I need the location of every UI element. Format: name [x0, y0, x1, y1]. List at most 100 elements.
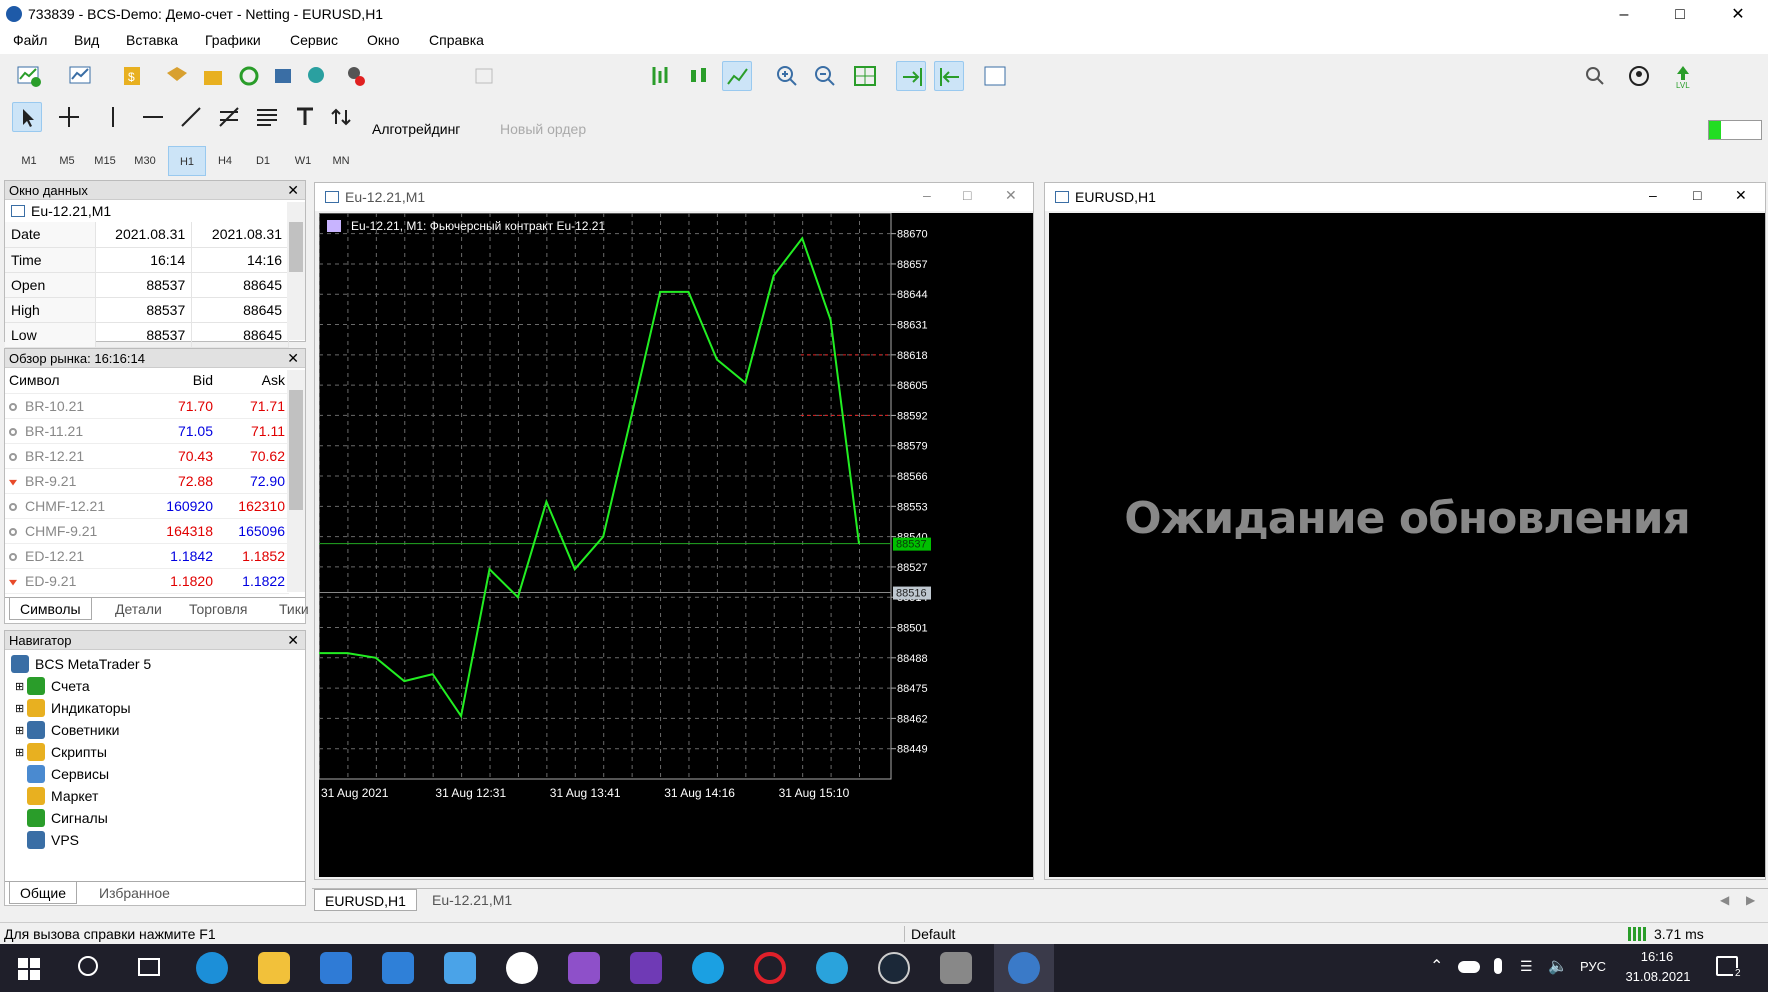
new-order-icon[interactable]	[470, 61, 500, 91]
outlook-icon[interactable]	[444, 952, 476, 984]
market-symbol[interactable]: CHMF-9.21	[5, 518, 145, 544]
tf-mn[interactable]: MN	[322, 146, 360, 176]
tf-h1[interactable]: H1	[168, 146, 206, 176]
vertical-line-icon[interactable]	[98, 102, 128, 132]
maximize-button[interactable]: □	[963, 187, 971, 203]
expand-icon[interactable]: ⊞	[15, 680, 27, 693]
tf-m5[interactable]: M5	[48, 146, 86, 176]
chart-canvas[interactable]: 88670 88657 88644 88631 88618 88605 88592 88579…	[319, 213, 1033, 877]
expand-icon[interactable]: ⊞	[15, 724, 27, 737]
navigator-item-services[interactable]: Сервисы	[27, 763, 109, 785]
market-symbol[interactable]: BR-10.21	[5, 393, 145, 419]
lvl-icon[interactable]: LVL	[1668, 61, 1698, 91]
tf-m30[interactable]: M30	[126, 146, 164, 176]
search-icon[interactable]	[1580, 61, 1610, 91]
autoscroll-icon[interactable]	[896, 61, 926, 91]
minimize-button[interactable]: –	[1649, 187, 1657, 203]
zoom-out-icon[interactable]	[810, 61, 840, 91]
mail-icon[interactable]	[382, 952, 414, 984]
market-watch-scrollbar[interactable]	[287, 370, 305, 592]
trend-line-icon[interactable]	[176, 102, 206, 132]
market-symbol[interactable]: BR-9.21	[5, 468, 145, 494]
clock-time[interactable]: 16:16	[1628, 949, 1686, 964]
zoom-in-icon[interactable]	[772, 61, 802, 91]
account-icon[interactable]	[1624, 61, 1654, 91]
book-icon[interactable]	[162, 61, 192, 91]
new-chart-icon[interactable]	[14, 61, 44, 91]
close-icon[interactable]: ✕	[287, 632, 299, 649]
maximize-button[interactable]: □	[1660, 4, 1700, 26]
market-symbol[interactable]: BR-11.21	[5, 418, 145, 444]
market-icon[interactable]	[198, 61, 228, 91]
onedrive-icon[interactable]	[1458, 961, 1480, 973]
col-ask[interactable]: Ask	[217, 368, 289, 394]
clock-date[interactable]: 31.08.2021	[1620, 969, 1696, 984]
menu-window[interactable]: Окно	[367, 32, 400, 48]
lines-icon[interactable]	[252, 102, 282, 132]
market-symbol[interactable]: ED-12.21	[5, 543, 145, 569]
close-icon[interactable]: ✕	[287, 182, 299, 199]
cursor-icon[interactable]	[12, 102, 42, 132]
navigator-item-scripts[interactable]: ⊞ Скрипты	[15, 741, 107, 763]
menu-service[interactable]: Сервис	[290, 32, 338, 48]
tray-chevron-icon[interactable]: ⌃	[1430, 956, 1443, 976]
close-button[interactable]: ✕	[1718, 4, 1758, 26]
yandex-icon[interactable]	[506, 952, 538, 984]
horizontal-line-icon[interactable]	[138, 102, 168, 132]
tab-symbols[interactable]: Символы	[9, 598, 92, 620]
text-icon[interactable]	[290, 102, 320, 132]
menu-help[interactable]: Справка	[429, 32, 484, 48]
navigator-item-signals[interactable]: Сигналы	[27, 807, 108, 829]
tf-m15[interactable]: M15	[86, 146, 124, 176]
market-row[interactable]: ED-12.21 1.1842 1.1852	[5, 543, 289, 569]
bar-chart-icon[interactable]	[646, 61, 676, 91]
scroll-right-icon[interactable]: ▶	[1746, 893, 1755, 907]
market-row[interactable]: BR-10.21 71.70 71.71	[5, 393, 289, 419]
minimize-button[interactable]: –	[923, 187, 931, 203]
tf-h4[interactable]: H4	[206, 146, 244, 176]
tf-w1[interactable]: W1	[284, 146, 322, 176]
start-icon[interactable]	[18, 958, 40, 980]
signals-icon[interactable]	[234, 61, 264, 91]
tab-favorites[interactable]: Избранное	[89, 882, 180, 904]
arrows-icon[interactable]	[326, 102, 356, 132]
chart-shift-icon[interactable]	[934, 61, 964, 91]
microphone-icon[interactable]	[1494, 958, 1502, 974]
metatrader-taskbar-icon[interactable]	[994, 944, 1054, 992]
navigator-item-experts[interactable]: ⊞ Советники	[15, 719, 119, 741]
volume-icon[interactable]: 🔈	[1548, 956, 1568, 976]
close-icon[interactable]: ✕	[287, 350, 299, 367]
menu-insert[interactable]: Вставка	[126, 32, 178, 48]
market-row[interactable]: CHMF-12.21 160920 162310	[5, 493, 289, 519]
scroll-left-icon[interactable]: ◀	[1720, 893, 1729, 907]
language-indicator[interactable]: РУС	[1580, 959, 1606, 974]
col-symbol[interactable]: Символ	[5, 368, 145, 394]
market-row[interactable]: ED-9.21 1.1820 1.1822	[5, 568, 289, 594]
data-window-scrollbar[interactable]	[287, 202, 305, 340]
maximize-button[interactable]: □	[1693, 187, 1701, 203]
market-symbol[interactable]: BR-12.21	[5, 443, 145, 469]
tf-d1[interactable]: D1	[244, 146, 282, 176]
tab-ticks[interactable]: Тики	[269, 598, 319, 620]
market-symbol[interactable]: CHMF-12.21	[5, 493, 145, 519]
close-button[interactable]: ✕	[1735, 187, 1747, 204]
minimize-button[interactable]: –	[1604, 4, 1644, 26]
tab-eu-1221-m1[interactable]: Eu-12.21,M1	[422, 889, 522, 911]
steam-icon[interactable]	[878, 952, 910, 984]
search-icon[interactable]	[78, 956, 98, 976]
line-chart-icon[interactable]	[722, 61, 752, 91]
app-icon[interactable]	[940, 952, 972, 984]
wifi-icon[interactable]: ☰	[1520, 958, 1533, 975]
explorer-icon[interactable]	[258, 952, 290, 984]
telegram-icon[interactable]	[816, 952, 848, 984]
opera-icon[interactable]	[754, 952, 786, 984]
task-view-icon[interactable]	[138, 958, 160, 976]
tile-windows-icon[interactable]	[850, 61, 880, 91]
market-row[interactable]: CHMF-9.21 164318 165096	[5, 518, 289, 544]
market-symbol[interactable]: ED-9.21	[5, 568, 145, 594]
menu-view[interactable]: Вид	[74, 32, 99, 48]
expand-icon[interactable]: ⊞	[15, 702, 27, 715]
vps-icon[interactable]	[268, 61, 298, 91]
navigator-item-indicators[interactable]: ⊞ Индикаторы	[15, 697, 131, 719]
menu-charts[interactable]: Графики	[205, 32, 261, 48]
